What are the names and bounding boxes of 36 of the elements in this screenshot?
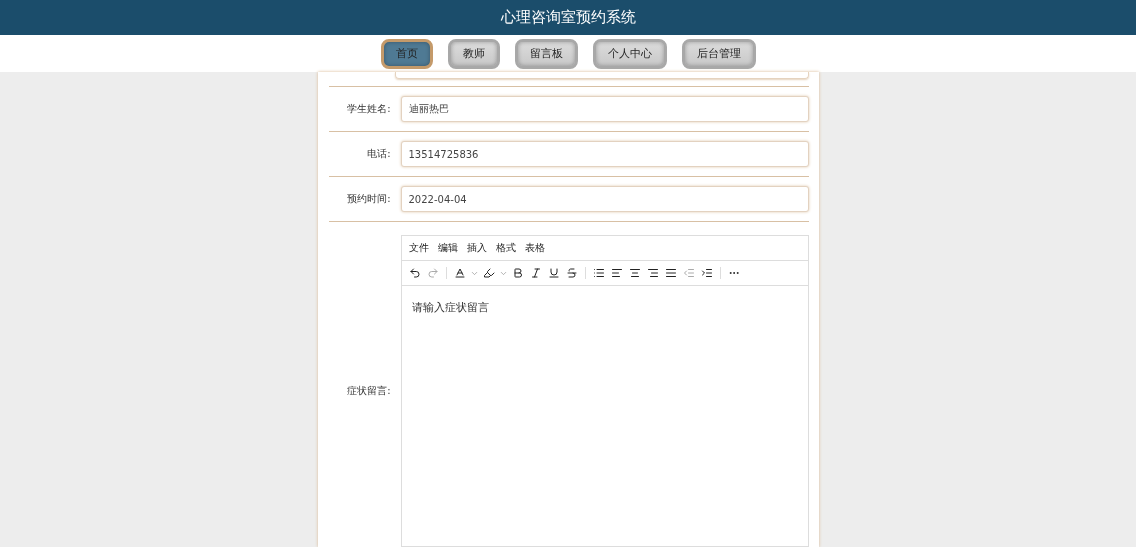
align-center-icon bbox=[628, 267, 641, 279]
italic-icon bbox=[529, 267, 542, 279]
input-field[interactable]: 迪丽热巴 bbox=[400, 96, 809, 122]
menu-item[interactable]: 编辑 bbox=[437, 241, 458, 255]
menu-item[interactable]: 表格 bbox=[524, 241, 545, 255]
align-left-icon bbox=[610, 267, 623, 279]
input-field[interactable] bbox=[394, 72, 809, 79]
menu-item[interactable]: 文件 bbox=[408, 241, 429, 255]
highlighter-icon bbox=[482, 267, 495, 279]
outdent-icon bbox=[682, 267, 695, 279]
nav-button[interactable]: 后台管理 bbox=[681, 38, 756, 69]
align-right-icon bbox=[646, 267, 659, 279]
rich-text-editor[interactable]: 文件 编辑 插入 格式 表格 请输入症状留言 bbox=[400, 235, 809, 547]
indent-icon bbox=[700, 267, 713, 279]
list-icon bbox=[592, 267, 605, 279]
bold-icon bbox=[511, 267, 524, 279]
app-title: 心理咨询室预约系统 bbox=[500, 8, 636, 27]
field-label: 学生姓名: bbox=[346, 102, 391, 116]
strikethrough-icon bbox=[565, 267, 578, 279]
justify-icon bbox=[664, 267, 677, 279]
field-label: 预约时间: bbox=[346, 192, 391, 206]
undo-icon bbox=[408, 267, 421, 279]
nav-button[interactable]: 首页 bbox=[380, 38, 433, 69]
nav-button[interactable]: 教师 bbox=[447, 38, 500, 69]
input-field[interactable]: 2022-04-04 bbox=[400, 186, 809, 212]
input-field[interactable]: 13514725836 bbox=[400, 141, 809, 167]
field-label: 症状留言: bbox=[346, 384, 391, 398]
menu-item[interactable]: 插入 bbox=[466, 241, 487, 255]
field-label: 电话: bbox=[366, 147, 391, 161]
nav-button[interactable]: 留言板 bbox=[514, 38, 578, 69]
menu-item[interactable]: 格式 bbox=[495, 241, 516, 255]
underline-icon bbox=[547, 267, 560, 279]
nav-button[interactable]: 个人中心 bbox=[592, 38, 667, 69]
text-color-icon bbox=[453, 267, 466, 279]
redo-icon bbox=[426, 267, 439, 279]
editor-placeholder: 请输入症状留言 bbox=[411, 301, 489, 314]
